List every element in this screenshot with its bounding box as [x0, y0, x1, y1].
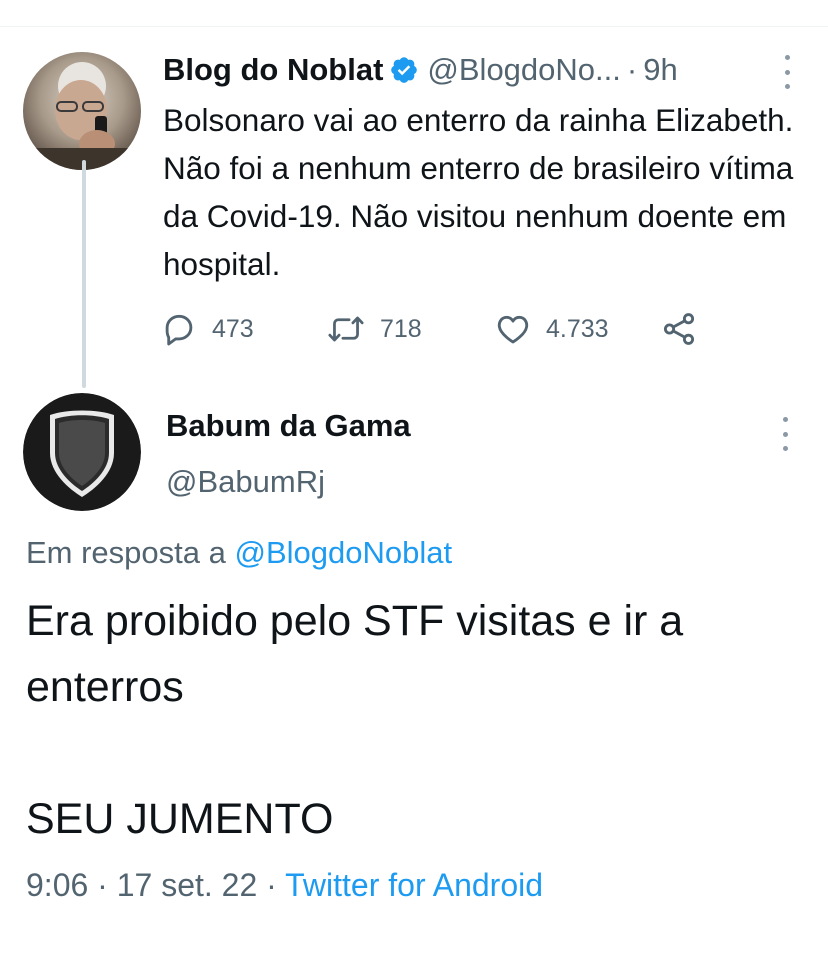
shield-crest-icon: [23, 393, 141, 511]
retweet-button[interactable]: 718: [326, 309, 422, 349]
like-count: 4.733: [546, 314, 609, 343]
more-options-icon[interactable]: [782, 55, 792, 89]
parent-tweet-text: Bolsonaro vai ao enterro da rainha Eliza…: [163, 102, 794, 282]
share-button[interactable]: [660, 309, 698, 349]
heart-icon: [497, 315, 529, 344]
reply-context: Em resposta a @BlogdoNoblat: [26, 535, 452, 571]
tweet-date[interactable]: 17 set. 22: [117, 867, 258, 903]
reply-count: 473: [212, 314, 254, 343]
tweet-source-link[interactable]: Twitter for Android: [285, 867, 543, 903]
avatar-babum-da-gama[interactable]: [23, 393, 141, 511]
author-name[interactable]: Blog do Noblat: [163, 52, 383, 88]
tweet-text-line: Era proibido pelo STF visitas e ir a ent…: [26, 597, 684, 711]
parent-tweet-header: Blog do Noblat @BlogdoNo... · 9h: [163, 50, 678, 90]
tweet-metadata: 9:06 · 17 set. 22 · Twitter for Android: [26, 867, 543, 904]
avatar-blog-do-noblat[interactable]: [23, 52, 141, 170]
like-button[interactable]: 4.733: [494, 309, 609, 349]
share-icon: [663, 313, 695, 345]
tweet-time[interactable]: 9h: [643, 52, 677, 88]
more-options-icon[interactable]: [780, 417, 790, 451]
reply-mention-link[interactable]: @BlogdoNoblat: [235, 535, 453, 570]
verified-badge-icon: [389, 55, 419, 85]
thread-connector-line: [82, 160, 86, 388]
reply-prefix: Em resposta a: [26, 535, 226, 570]
reply-button[interactable]: 473: [160, 309, 254, 349]
time-separator: ·: [626, 52, 638, 87]
author-handle[interactable]: @BlogdoNo...: [427, 52, 620, 88]
reply-icon: [165, 314, 193, 346]
tweet-time[interactable]: 9:06: [26, 867, 88, 903]
tweet-actions-bar: 473 718 4.733: [160, 309, 720, 349]
tweet-text-line: SEU JUMENTO: [26, 795, 334, 843]
top-divider: [0, 26, 828, 27]
retweet-icon: [328, 316, 364, 342]
retweet-count: 718: [380, 314, 422, 343]
author-name[interactable]: Babum da Gama: [166, 408, 411, 444]
main-tweet-text: Era proibido pelo STF visitas e ir a ent…: [26, 588, 816, 852]
meta-separator: ·: [266, 867, 277, 903]
profile-photo-icon: [33, 62, 133, 170]
meta-separator: ·: [97, 867, 108, 903]
tweet-text-blank-line: [26, 720, 816, 786]
author-handle[interactable]: @BabumRj: [166, 464, 325, 500]
